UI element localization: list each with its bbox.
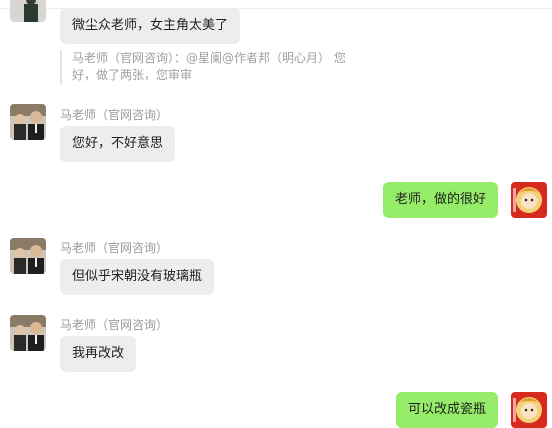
contact-avatar[interactable]: [10, 315, 46, 351]
sender-name: 马老师（官网咨询）: [60, 108, 169, 122]
message-bubble-incoming[interactable]: 我再改改: [60, 336, 137, 372]
message-bubble-outgoing[interactable]: 可以改成瓷瓶: [395, 392, 498, 428]
message-bubble-incoming[interactable]: 您好，不好意思: [60, 126, 176, 162]
sender-name: 马老师（官网咨询）: [60, 318, 169, 332]
contact-avatar[interactable]: [10, 104, 46, 140]
contact-avatar[interactable]: [10, 238, 46, 274]
quote-line: 马老师（官网咨询）：@星阑@作者邦（明心月） 您: [72, 51, 346, 65]
user-avatar[interactable]: [511, 182, 547, 218]
sender-name: 马老师（官网咨询）: [60, 241, 169, 255]
user-avatar[interactable]: [511, 392, 547, 428]
quote-line: 好，做了两张，您审审: [72, 68, 193, 82]
contact-avatar[interactable]: [10, 0, 46, 22]
message-bubble-incoming[interactable]: 但似乎宋朝没有玻璃瓶: [60, 259, 215, 295]
quoted-reply[interactable]: 马老师（官网咨询）：@星阑@作者邦（明心月） 您 好，做了两张，您审审: [60, 50, 366, 84]
message-bubble-incoming[interactable]: 微尘众老师，女主角太美了: [60, 8, 241, 44]
message-bubble-outgoing[interactable]: 老师，做的很好: [382, 182, 498, 218]
